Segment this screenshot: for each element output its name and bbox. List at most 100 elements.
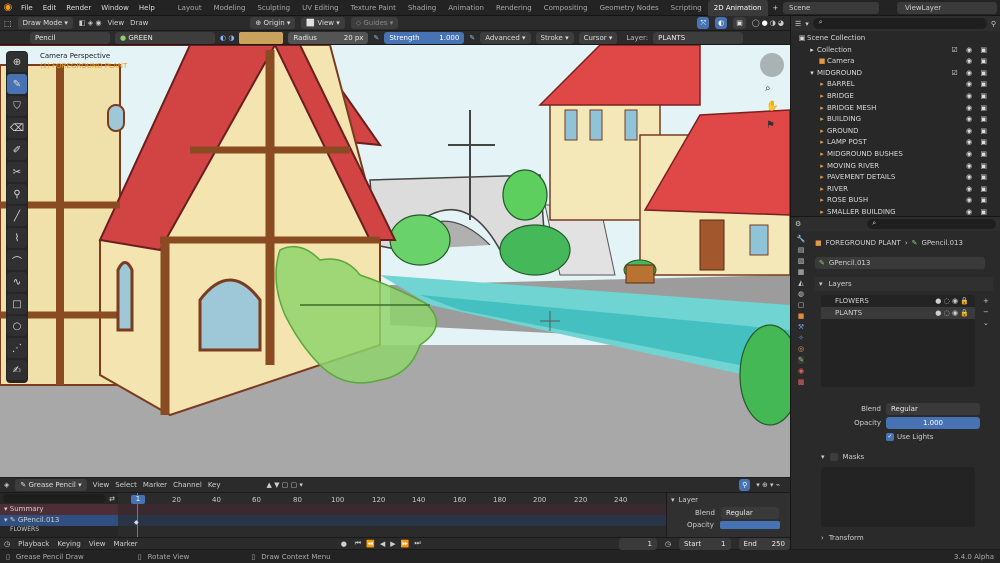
editor-type-icon[interactable]: ⬚: [4, 19, 12, 28]
object-tab-icon[interactable]: ■: [798, 312, 805, 320]
menu-help[interactable]: Help: [134, 0, 160, 16]
display-mode-icon[interactable]: ▾: [805, 20, 809, 28]
eyedropper-tool-icon[interactable]: ⚲: [7, 184, 27, 204]
origin-dropdown[interactable]: ⊕ Origin ▾: [250, 17, 296, 29]
line-tool-icon[interactable]: ╱: [7, 206, 27, 226]
dopesheet-menu-marker[interactable]: Marker: [143, 481, 167, 489]
autokey-icon[interactable]: ●: [341, 540, 347, 548]
current-frame-indicator[interactable]: 1: [131, 495, 145, 504]
circle-tool-icon[interactable]: ○: [7, 316, 27, 336]
dopesheet-menu-view[interactable]: View: [93, 481, 110, 489]
dopesheet-menu-select[interactable]: Select: [115, 481, 137, 489]
timeline-editor-icon[interactable]: ◷: [4, 540, 10, 548]
collection-tab-icon[interactable]: ▢: [798, 301, 805, 309]
timeline-menu-playback[interactable]: Playback: [18, 540, 49, 548]
visibility-icons[interactable]: ◉ ▣: [966, 126, 990, 138]
xray-toggle-button[interactable]: ▣: [733, 17, 746, 29]
menu-edit[interactable]: Edit: [38, 0, 62, 16]
pressure-strength-icon[interactable]: ✎: [469, 34, 475, 42]
layer-specials-icon[interactable]: ⌄: [983, 319, 989, 327]
swap-icon[interactable]: ⇄: [109, 495, 115, 503]
workspace-tab-texture-paint[interactable]: Texture Paint: [345, 0, 402, 16]
box-tool-icon[interactable]: □: [7, 294, 27, 314]
scene-tab-icon[interactable]: ◭: [798, 279, 803, 287]
view-layer-tab-icon[interactable]: ▦: [798, 268, 805, 276]
tree-row-collection[interactable]: ▸ Collection ☑ ◉ ▣: [797, 45, 996, 57]
visibility-icons[interactable]: ◉ ▣: [966, 56, 990, 68]
erase-tool-icon[interactable]: ⌫: [7, 118, 27, 138]
tree-row-item[interactable]: ▸ GROUND ◉ ▣: [797, 126, 996, 138]
play-icon[interactable]: ▶: [390, 540, 395, 548]
keyframe-nav-icons[interactable]: ▲ ▼ ▢ ▢ ▾: [267, 481, 303, 489]
navigation-gizmo[interactable]: [760, 53, 784, 77]
layer-row-flowers[interactable]: FLOWERS ● ◌ ◉ 🔒: [821, 295, 975, 307]
outliner-editor-icon[interactable]: ☰: [795, 20, 801, 28]
fill-tool-icon[interactable]: ⛉: [7, 96, 27, 116]
tree-row-item[interactable]: ▸ BRIDGE MESH ◉ ▣: [797, 103, 996, 115]
jump-end-icon[interactable]: ⏭: [414, 539, 420, 548]
end-frame-field[interactable]: End 250: [738, 537, 790, 550]
visibility-icons[interactable]: ☑ ◉ ▣: [952, 68, 990, 80]
tree-row-item[interactable]: ▸ BARREL ◉ ▣: [797, 79, 996, 91]
brush-color-swatch[interactable]: [239, 31, 284, 44]
blend-dropdown[interactable]: Regular: [886, 403, 980, 415]
strength-slider[interactable]: Strength 1.000: [384, 31, 465, 44]
annotate-tool-icon[interactable]: ✍: [7, 360, 27, 380]
material-tab-icon[interactable]: ◉: [798, 367, 804, 375]
timeline-menu-view[interactable]: View: [89, 540, 106, 548]
channel-search[interactable]: [3, 494, 107, 503]
visibility-icons[interactable]: ◉ ▣: [966, 149, 990, 161]
tree-row-item[interactable]: ▸ RIVER ◉ ▣: [797, 184, 996, 196]
workspace-tab-compositing[interactable]: Compositing: [538, 0, 594, 16]
pan-icon[interactable]: ✋: [766, 101, 778, 112]
effects-tab-icon[interactable]: ✧: [798, 334, 804, 342]
stroke-dropdown[interactable]: Stroke ▾: [535, 31, 574, 44]
tree-row-scene-collection[interactable]: ▣ Scene Collection: [797, 33, 996, 45]
visibility-icons[interactable]: ◉ ▣: [966, 184, 990, 196]
visibility-icons[interactable]: ◉ ▣: [966, 114, 990, 126]
texture-tab-icon[interactable]: ▩: [798, 378, 805, 386]
menu-view[interactable]: View: [107, 19, 124, 27]
view-dropdown[interactable]: ⬜ View ▾: [301, 17, 345, 29]
rendered-shading-icon[interactable]: ◕: [778, 19, 784, 27]
workspace-tab-rendering[interactable]: Rendering: [490, 0, 538, 16]
physics-tab-icon[interactable]: ◎: [798, 345, 804, 353]
3d-viewport[interactable]: Camera Perspective (1) FOREGROUND PLANT …: [0, 45, 790, 477]
sidebar-opacity-slider[interactable]: [719, 521, 780, 529]
current-frame-field[interactable]: 1: [618, 537, 657, 550]
material-selector[interactable]: ● GREEN: [115, 31, 215, 44]
properties-search[interactable]: ⌕: [867, 219, 996, 229]
visibility-icons[interactable]: ◉ ▣: [966, 137, 990, 149]
render-tab-icon[interactable]: ▤: [798, 246, 805, 254]
dopesheet-editor-icon[interactable]: ◈: [4, 481, 9, 489]
sidebar-blend-dropdown[interactable]: Regular: [720, 507, 779, 519]
dopesheet-menu-channel[interactable]: Channel: [173, 481, 202, 489]
cursor-dropdown[interactable]: Cursor ▾: [578, 31, 618, 44]
tree-row-camera[interactable]: ■ Camera ◉ ▣: [797, 56, 996, 68]
tree-row-midground[interactable]: ▾ MIDGROUND ☑ ◉ ▣: [797, 68, 996, 80]
polyline-tool-icon[interactable]: ⌇: [7, 228, 27, 248]
brush-selector[interactable]: Pencil: [30, 31, 110, 44]
play-reverse-icon[interactable]: ◀: [380, 540, 385, 548]
menu-file[interactable]: File: [16, 0, 38, 16]
view-layer-selector[interactable]: ViewLayer: [897, 2, 997, 14]
overlay-toggle-button[interactable]: ◐: [715, 17, 728, 29]
tree-row-item[interactable]: ▸ MIDGROUND BUSHES ◉ ▣: [797, 149, 996, 161]
keyframe-diamond-icon[interactable]: ◆: [134, 519, 139, 526]
gizmo-toggle-button[interactable]: ⤧: [697, 17, 710, 29]
wireframe-shading-icon[interactable]: ◯: [752, 19, 760, 27]
pressure-radius-icon[interactable]: ✎: [373, 34, 379, 42]
add-workspace-button[interactable]: +: [768, 0, 784, 16]
visibility-icons[interactable]: ◉ ▣: [966, 172, 990, 184]
draw-tool-icon[interactable]: ✎: [7, 74, 27, 94]
visibility-icons[interactable]: ◉ ▣: [966, 79, 990, 91]
channel-flowers[interactable]: FLOWERS: [0, 526, 118, 534]
arc-tool-icon[interactable]: ⌒: [7, 250, 27, 270]
object-data-tab-icon[interactable]: ✎: [798, 356, 804, 364]
workspace-tab-geometry-nodes[interactable]: Geometry Nodes: [594, 0, 665, 16]
add-layer-icon[interactable]: +: [983, 297, 989, 305]
filter-toggle-icon[interactable]: ⚲: [739, 479, 751, 491]
jump-start-icon[interactable]: ⏮: [355, 539, 361, 548]
guides-dropdown[interactable]: ◇ Guides ▾: [350, 17, 399, 29]
scene-selector[interactable]: Scene: [783, 2, 879, 14]
